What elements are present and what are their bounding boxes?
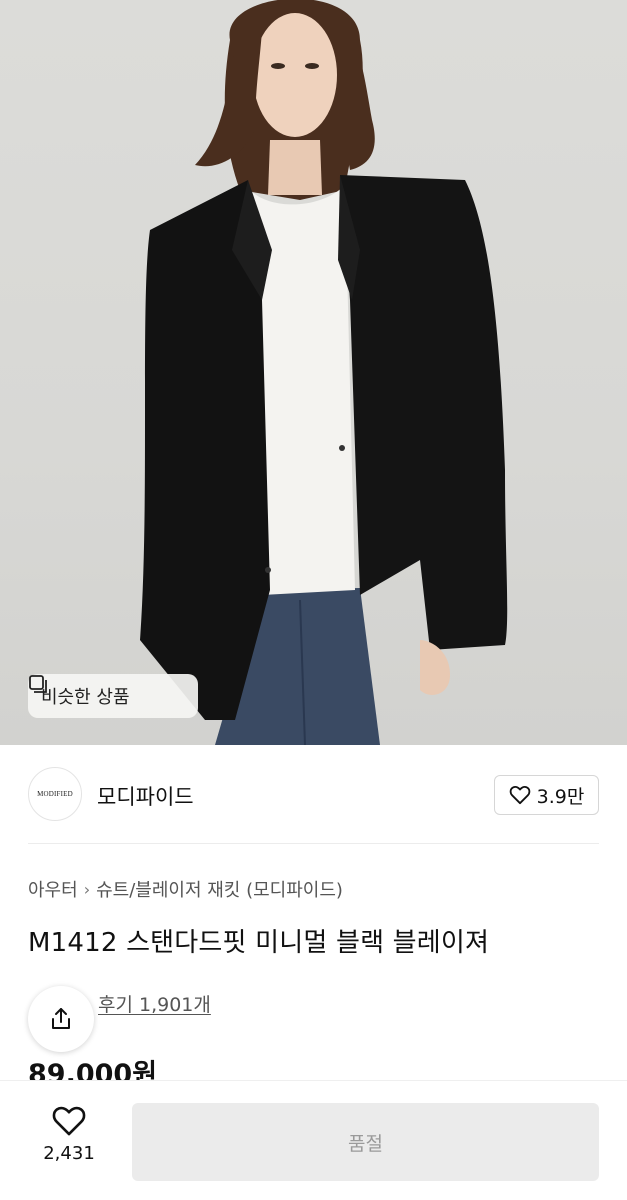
similar-products-button[interactable]: 비슷한 상품 xyxy=(28,674,198,718)
brand-logo[interactable]: MODIFIED xyxy=(28,767,82,821)
model-illustration xyxy=(140,0,508,745)
breadcrumb: 아우터 › 슈트/블레이저 재킷 (모디파이드) xyxy=(28,876,343,902)
brand-name[interactable]: 모디파이드 xyxy=(97,781,194,811)
product-title: M1412 스탠다드핏 미니멀 블랙 블레이져 xyxy=(28,928,490,958)
brand-row: MODIFIED 모디파이드 3.9만 xyxy=(0,745,627,845)
wishlist-button[interactable]: 2,431 xyxy=(30,1105,108,1164)
soldout-button[interactable]: 품절 xyxy=(132,1103,599,1181)
reviews-link[interactable]: 후기 1,901개 xyxy=(98,990,211,1017)
wishlist-count: 2,431 xyxy=(43,1143,95,1164)
similar-products-label: 비슷한 상품 xyxy=(41,687,130,708)
share-icon xyxy=(52,1008,70,1029)
heart-outline-icon xyxy=(509,785,530,805)
brand-like-count: 3.9만 xyxy=(536,785,585,808)
similar-items-icon xyxy=(29,675,47,693)
divider xyxy=(28,843,599,844)
brand-like-button[interactable]: 3.9만 xyxy=(494,775,599,815)
breadcrumb-item-suit-blazer[interactable]: 슈트/블레이저 재킷 (모디파이드) xyxy=(96,876,343,902)
bottom-action-bar: 2,431 품절 xyxy=(0,1080,627,1200)
brand-logo-text: MODIFIED xyxy=(37,790,73,798)
chevron-right-icon: › xyxy=(83,879,91,899)
heart-outline-icon xyxy=(52,1106,86,1136)
share-button[interactable] xyxy=(28,986,94,1052)
breadcrumb-item-outer[interactable]: 아우터 xyxy=(28,876,78,902)
product-image[interactable]: 비슷한 상품 xyxy=(0,0,627,745)
